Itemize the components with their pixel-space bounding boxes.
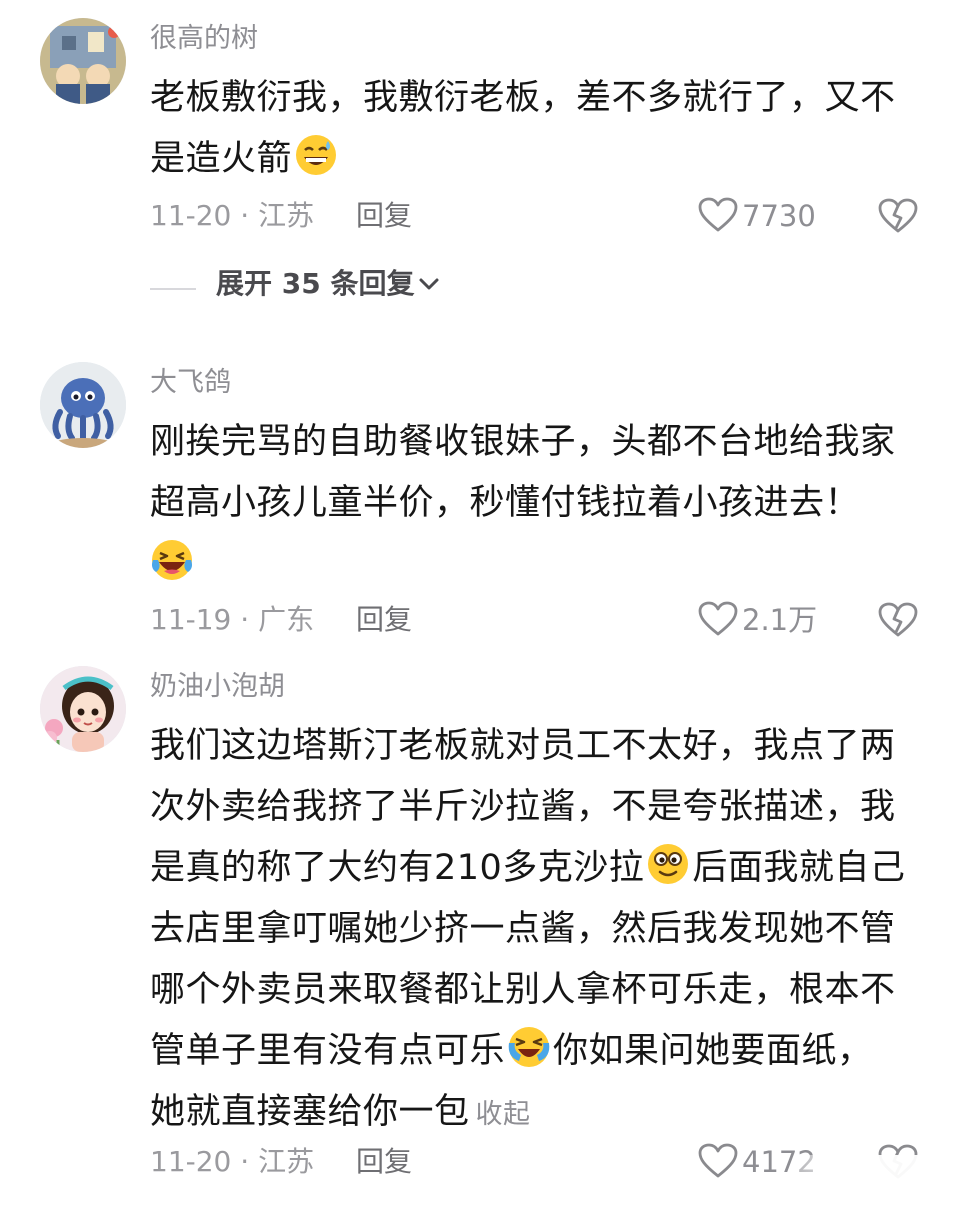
date-location: 11-20 · 江苏 (150, 199, 315, 232)
watermark-overlay (800, 1155, 960, 1205)
like-count: 2.1万 (742, 603, 818, 637)
comment-line: 刚挨完骂的自助餐收银妹子，头都不台地给我家 (150, 422, 896, 462)
comment-text: 刚挨完骂的自助餐收银妹子，头都不台地给我家 超高小孩儿童半价，秒懂付钱拉着小孩进… (150, 412, 920, 595)
divider (150, 287, 196, 290)
heart-icon[interactable] (698, 601, 738, 637)
comment-line-text: 后面我就自己 (692, 848, 906, 888)
username[interactable]: 很高的树 (150, 22, 258, 56)
like-button[interactable]: 7730 (698, 196, 816, 236)
comment-line: 我们这边塔斯汀老板就对员工不太好，我点了两 (150, 726, 896, 766)
like-count: 7730 (742, 199, 816, 233)
reply-button[interactable]: 回复 (356, 196, 412, 236)
date-location: 11-20 · 江苏 (150, 1145, 315, 1178)
comment-line: 老板敷衍我，我敷衍老板，差不多就行了，又不 (150, 78, 896, 118)
comment-line: 去店里拿叮嘱她少挤一点酱，然后我发现她不管 (150, 909, 896, 949)
broken-heart-icon[interactable] (878, 602, 918, 638)
username[interactable]: 奶油小泡胡 (150, 670, 285, 704)
expand-replies-button[interactable]: 展开 35 条回复 (150, 264, 440, 304)
comment-line: 次外卖给我挤了半斤沙拉酱，不是夸张描述，我 (150, 787, 896, 827)
silly-face-emoji (646, 842, 690, 886)
avatar[interactable] (40, 362, 126, 448)
comment-line: 超高小孩儿童半价，秒懂付钱拉着小孩进去！ (150, 483, 861, 523)
username[interactable]: 大飞鸽 (150, 366, 231, 400)
comment-meta: 11-19 · 广东 回复 2.1万 (150, 600, 920, 640)
avatar[interactable] (40, 18, 126, 104)
chevron-down-icon[interactable] (418, 277, 440, 291)
comment-line: 是造火箭 (150, 129, 920, 190)
reply-button[interactable]: 回复 (356, 600, 412, 640)
comment-line-text: 她就直接塞给你一包 (150, 1092, 470, 1132)
comment-line (150, 534, 920, 595)
comment-meta: 11-20 · 江苏 回复 7730 (150, 196, 920, 236)
comment-line-text: 是真的称了大约有210多克沙拉 (150, 848, 645, 888)
avatar[interactable] (40, 666, 126, 752)
date-location: 11-19 · 广东 (150, 603, 315, 636)
comment-line-text: 管单子里有没有点可乐 (150, 1031, 506, 1071)
comment-line-text: 是造火箭 (150, 139, 293, 179)
expand-replies-label[interactable]: 展开 35 条回复 (216, 267, 414, 300)
like-button[interactable]: 2.1万 (698, 600, 817, 640)
comment-text: 老板敷衍我，我敷衍老板，差不多就行了，又不 是造火箭 (150, 68, 920, 190)
broken-heart-icon[interactable] (878, 198, 918, 234)
heart-icon[interactable] (698, 1143, 738, 1179)
comment-line: 是真的称了大约有210多克沙拉 后面我就自己 (150, 838, 920, 899)
crying-laugh-emoji (507, 1025, 551, 1069)
reply-button[interactable]: 回复 (356, 1142, 412, 1182)
comment-line: 管单子里有没有点可乐 你如果问她要面纸， (150, 1021, 920, 1082)
comment-line: 她就直接塞给你一包 收起 (150, 1082, 920, 1143)
comment-text: 我们这边塔斯汀老板就对员工不太好，我点了两 次外卖给我挤了半斤沙拉酱，不是夸张描… (150, 716, 920, 1143)
laughing-tears-emoji (150, 538, 194, 582)
comment-line-text: 你如果问她要面纸， (553, 1031, 873, 1071)
grinning-sweat-emoji (294, 133, 338, 177)
collapse-button[interactable]: 收起 (476, 1099, 531, 1130)
like-button[interactable]: 4172 (698, 1142, 816, 1182)
comment-line: 哪个外卖员来取餐都让别人拿杯可乐走，根本不 (150, 970, 896, 1010)
heart-icon[interactable] (698, 197, 738, 233)
